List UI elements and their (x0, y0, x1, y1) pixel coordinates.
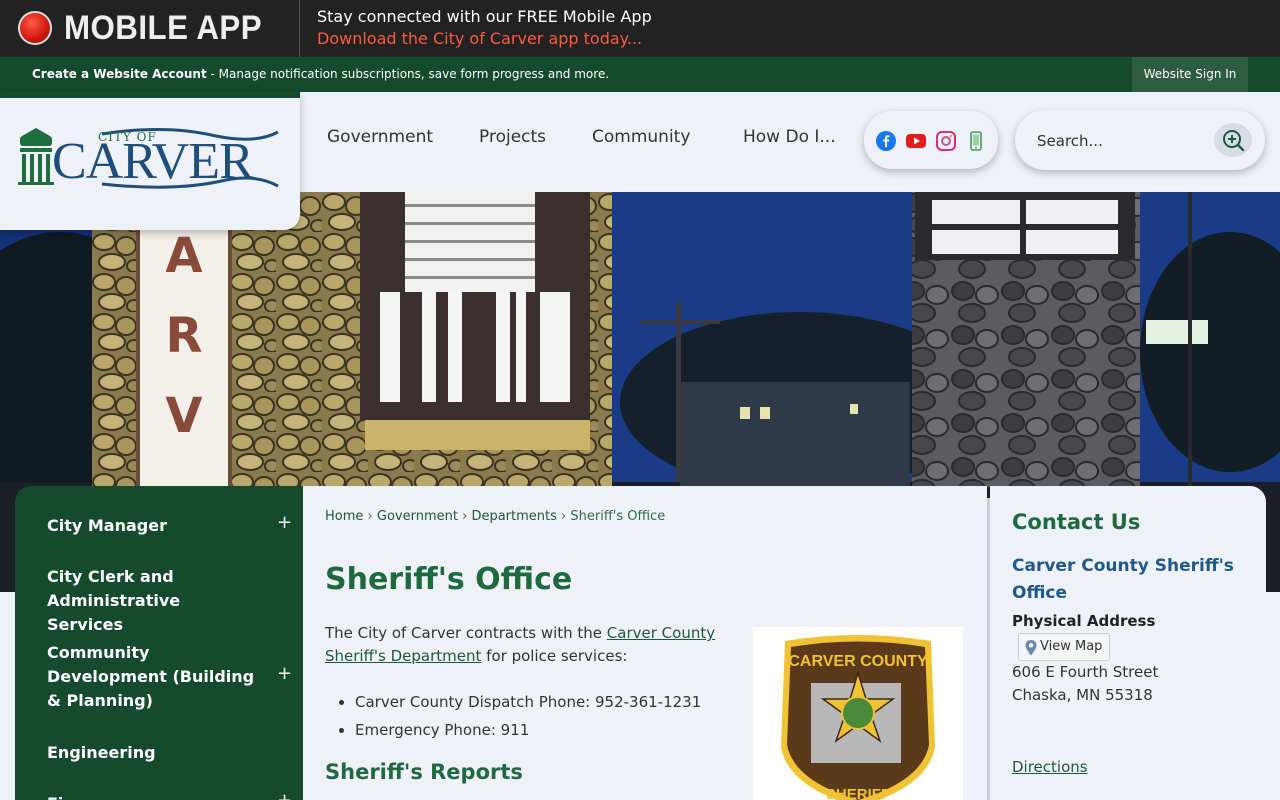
search-input[interactable] (1037, 128, 1207, 154)
mobile-app-banner: MOBILE APP Stay connected with our FREE … (0, 0, 1280, 57)
record-icon (18, 11, 52, 45)
sheriff-badge-image: CARVER COUNTY SHERIFF (753, 627, 963, 800)
contact-organization-link[interactable]: Carver County Sheriff's Office (1012, 553, 1252, 607)
main-content: Home › Government › Departments › Sherif… (303, 486, 987, 800)
account-bar-text: Create a Website Account - Manage notifi… (32, 67, 609, 81)
list-item: Emergency Phone: 911 (355, 716, 701, 744)
mobile-app-title: MOBILE APP (64, 9, 263, 47)
account-description: - Manage notification subscriptions, sav… (206, 67, 610, 81)
city-logo[interactable]: CITY OF CARVER (0, 92, 300, 230)
contact-us-panel: Contact Us Carver County Sheriff's Offic… (990, 486, 1266, 800)
logo-big-text: CARVER (52, 133, 254, 190)
nav-projects[interactable]: Projects (479, 127, 546, 147)
svg-text:V: V (165, 388, 202, 444)
page-title: Sheriff's Office (325, 562, 573, 597)
badge-top-text: CARVER COUNTY (788, 653, 928, 670)
map-pin-icon (1025, 640, 1037, 656)
mobile-app-download-link[interactable]: Download the City of Carver app today... (317, 29, 642, 48)
address-line-2: Chaska, MN 55318 (1012, 686, 1153, 704)
facebook-icon[interactable] (876, 131, 896, 151)
contact-address: 606 E Fourth Street Chaska, MN 55318 (1012, 661, 1158, 707)
directions-link[interactable]: Directions (1012, 758, 1088, 776)
view-map-label: View Map (1040, 639, 1103, 654)
breadcrumb-current: Sheriff's Office (570, 509, 666, 524)
svg-text:R: R (166, 308, 203, 364)
social-links (864, 111, 998, 169)
sidebar-item-city-manager[interactable]: City Manager (47, 514, 257, 538)
mobile-app-promo-text: Stay connected with our FREE Mobile App (317, 7, 652, 26)
logo-card-accent (0, 92, 300, 98)
address-line-1: 606 E Fourth Street (1012, 663, 1159, 681)
mobile-app-logo[interactable]: MOBILE APP (0, 0, 300, 57)
sidebar-item-city-clerk[interactable]: City Clerk and Administrative Services (47, 565, 257, 637)
sheriffs-reports-heading: Sheriff's Reports (325, 760, 523, 784)
website-sign-in-button[interactable]: Website Sign In (1132, 57, 1248, 92)
breadcrumb-government[interactable]: Government (377, 509, 458, 524)
search-button[interactable] (1214, 123, 1252, 157)
breadcrumb-departments[interactable]: Departments (471, 509, 556, 524)
nav-government[interactable]: Government (327, 127, 433, 147)
create-account-link[interactable]: Create a Website Account (32, 67, 207, 81)
view-map-button[interactable]: View Map (1018, 633, 1110, 661)
sidebar-item-engineering[interactable]: Engineering (47, 741, 257, 765)
youtube-icon[interactable] (906, 131, 926, 151)
breadcrumb: Home › Government › Departments › Sherif… (325, 509, 665, 524)
sidebar-item-finance[interactable]: Finance (47, 792, 257, 800)
nav-how-do-i[interactable]: How Do I... (743, 127, 836, 147)
physical-address-label: Physical Address (1012, 612, 1156, 630)
nav-community[interactable]: Community (592, 127, 690, 147)
breadcrumb-home[interactable]: Home (325, 509, 363, 524)
breadcrumb-separator: › (462, 509, 468, 524)
svg-text:A: A (165, 228, 202, 284)
contact-phone-list: Carver County Dispatch Phone: 952-361-12… (355, 688, 701, 744)
list-item: Carver County Dispatch Phone: 952-361-12… (355, 688, 701, 716)
mobile-phone-icon[interactable] (966, 131, 986, 151)
intro-text-after: for police services: (481, 647, 628, 665)
sidebar-item-community-development[interactable]: Community Development (Building & Planni… (47, 641, 257, 713)
breadcrumb-separator: › (561, 509, 567, 524)
instagram-icon[interactable] (936, 131, 956, 151)
expand-finance-icon[interactable]: + (277, 790, 292, 800)
search-zoom-icon (1223, 130, 1245, 152)
site-search (1015, 110, 1265, 170)
breadcrumb-separator: › (367, 509, 373, 524)
intro-paragraph: The City of Carver contracts with the Ca… (325, 622, 725, 668)
intro-text-before: The City of Carver contracts with the (325, 624, 607, 642)
sidebar-navigation: City Manager + City Clerk and Administra… (15, 486, 303, 800)
expand-community-development-icon[interactable]: + (277, 663, 292, 684)
account-bar: Create a Website Account - Manage notifi… (0, 57, 1280, 92)
badge-bottom-text: SHERIFF (825, 786, 891, 800)
expand-city-manager-icon[interactable]: + (277, 512, 292, 533)
contact-us-heading: Contact Us (1012, 510, 1141, 534)
